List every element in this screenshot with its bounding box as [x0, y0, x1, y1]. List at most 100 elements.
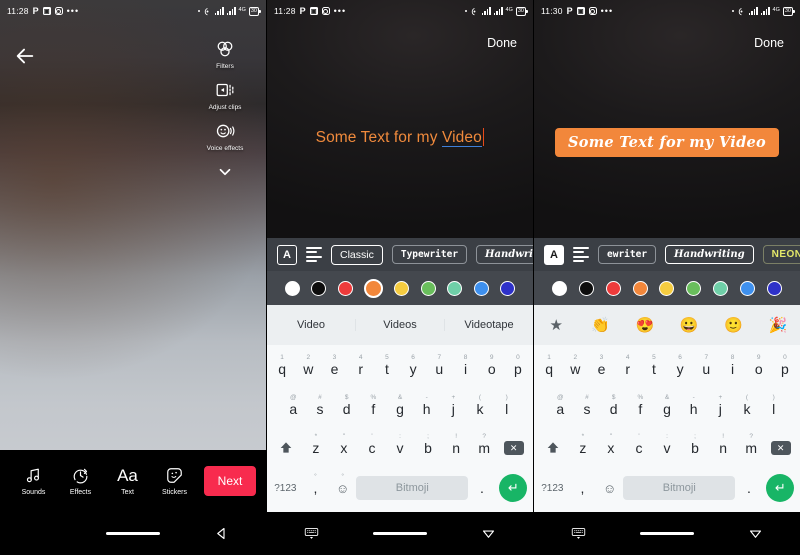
font-chip-handwriting[interactable]: Handwriting [665, 245, 754, 264]
font-chip-classic[interactable]: Classic [331, 244, 383, 265]
tool-filters[interactable]: Filters [198, 38, 252, 70]
text-input-value[interactable]: Some Text for my Video [316, 128, 485, 147]
key-h[interactable]: -h [680, 394, 707, 424]
key-q[interactable]: 1q [536, 354, 562, 384]
heart-eyes-emoji[interactable]: 😍 [623, 316, 667, 334]
key-s[interactable]: # s [307, 394, 334, 424]
key-e[interactable]: 3e [321, 354, 347, 384]
key-r[interactable]: 4r [615, 354, 641, 384]
period-key[interactable]: . [735, 473, 762, 503]
color-swatch-black[interactable] [311, 280, 327, 296]
color-swatch-mint[interactable] [713, 280, 729, 296]
key-y[interactable]: 6y [400, 354, 426, 384]
bottom-item-effects[interactable]: Effects [57, 466, 104, 496]
text-overlay[interactable]: Some Text for my Video [267, 128, 533, 147]
emoji-icon[interactable]: ° ☺ [329, 473, 356, 503]
key-p[interactable]: 0p [505, 354, 531, 384]
color-swatch-indigo[interactable] [500, 280, 516, 296]
color-swatch-green[interactable] [420, 280, 436, 296]
color-swatch-black[interactable] [578, 280, 594, 296]
key-k[interactable]: (k [467, 394, 494, 424]
key-a[interactable]: @ a [280, 394, 307, 424]
color-swatch-orange[interactable] [632, 280, 648, 296]
key-v[interactable]: :v [653, 433, 681, 463]
key-w[interactable]: 2w [295, 354, 321, 384]
text-overlay[interactable]: Some Text for my Video [534, 128, 800, 157]
nav-back-triangle-icon[interactable] [729, 526, 783, 541]
bottom-item-text[interactable]: Aa Text [104, 466, 151, 496]
key-f[interactable]: % f [360, 394, 387, 424]
text-chip[interactable]: Some Text for my Video [554, 128, 780, 157]
key-u[interactable]: 7u [693, 354, 719, 384]
color-swatch-yellow[interactable] [394, 280, 410, 296]
color-swatch-mint[interactable] [447, 280, 463, 296]
key-z[interactable]: * z [302, 433, 330, 463]
enter-icon[interactable]: ↵ [763, 473, 798, 503]
color-swatch-blue[interactable] [473, 280, 489, 296]
keyboard-hide-icon[interactable] [551, 527, 605, 540]
key-x[interactable]: " x [330, 433, 358, 463]
shift-icon[interactable] [538, 433, 569, 463]
key-v[interactable]: :v [386, 433, 414, 463]
key-t[interactable]: 5t [641, 354, 667, 384]
smile-emoji[interactable]: 🙂 [711, 316, 755, 334]
key-p[interactable]: 0p [772, 354, 798, 384]
tool-voice-effects[interactable]: Voice effects [198, 120, 252, 152]
backspace-icon[interactable]: ✕ [765, 433, 796, 463]
key-h[interactable]: -h [413, 394, 440, 424]
keyboard-hide-icon[interactable] [284, 527, 338, 540]
color-swatch-white[interactable] [551, 280, 567, 296]
key-f[interactable]: % f [627, 394, 654, 424]
text-align-icon[interactable] [573, 247, 589, 262]
color-swatch-white[interactable] [284, 280, 300, 296]
enter-icon[interactable]: ↵ [496, 473, 531, 503]
period-key[interactable]: . [468, 473, 495, 503]
key-q[interactable]: 1q [269, 354, 295, 384]
text-background-icon[interactable]: A [544, 244, 564, 265]
key-g[interactable]: & g [654, 394, 681, 424]
shift-icon[interactable] [271, 433, 302, 463]
key-t[interactable]: 5t [374, 354, 400, 384]
key-l[interactable]: ) l [493, 394, 520, 424]
key-w[interactable]: 2w [562, 354, 588, 384]
key-i[interactable]: 8i [719, 354, 745, 384]
space-key[interactable]: Bitmoji [623, 476, 736, 501]
key-a[interactable]: @ a [547, 394, 574, 424]
key-i[interactable]: 8i [452, 354, 478, 384]
tool-adjust-clips[interactable]: Adjust clips [198, 79, 252, 111]
key-n[interactable]: ! n [709, 433, 737, 463]
key-e[interactable]: 3e [588, 354, 614, 384]
key-g[interactable]: & g [387, 394, 414, 424]
key-z[interactable]: * z [569, 433, 597, 463]
key-b[interactable]: ; b [681, 433, 709, 463]
key-o[interactable]: 9o [479, 354, 505, 384]
font-chip-handwriting[interactable]: Handwriting [476, 245, 533, 264]
nav-back-triangle-icon[interactable] [462, 526, 516, 541]
back-arrow-icon[interactable] [14, 45, 36, 67]
suggestion-1[interactable]: Video [267, 319, 356, 331]
symbols-key[interactable]: ?123 [536, 473, 569, 503]
backspace-icon[interactable]: ✕ [498, 433, 529, 463]
done-button[interactable]: Done [754, 36, 784, 50]
home-pill-icon[interactable] [639, 532, 694, 535]
key-n[interactable]: ! n [442, 433, 470, 463]
key-r[interactable]: 4r [348, 354, 374, 384]
symbols-key[interactable]: ?123 [269, 473, 302, 503]
text-align-icon[interactable] [306, 247, 322, 262]
nav-back-triangle-icon[interactable] [195, 526, 249, 541]
text-background-icon[interactable]: A [277, 244, 297, 265]
star-emoji[interactable]: ★ [534, 316, 578, 334]
key-y[interactable]: 6y [667, 354, 693, 384]
suggestion-2[interactable]: Videos [356, 319, 445, 331]
emoji-icon[interactable]: ☺ [596, 473, 623, 503]
key-m[interactable]: ? m [737, 433, 765, 463]
color-swatch-blue[interactable] [740, 280, 756, 296]
color-swatch-red[interactable] [605, 280, 621, 296]
color-swatch-yellow[interactable] [659, 280, 675, 296]
bottom-item-stickers[interactable]: Stickers [151, 466, 198, 496]
color-swatch-green[interactable] [686, 280, 702, 296]
comma-key[interactable]: , [569, 473, 596, 503]
comma-key[interactable]: °, [302, 473, 329, 503]
color-swatch-indigo[interactable] [766, 280, 782, 296]
space-key[interactable]: Bitmoji [356, 476, 469, 501]
